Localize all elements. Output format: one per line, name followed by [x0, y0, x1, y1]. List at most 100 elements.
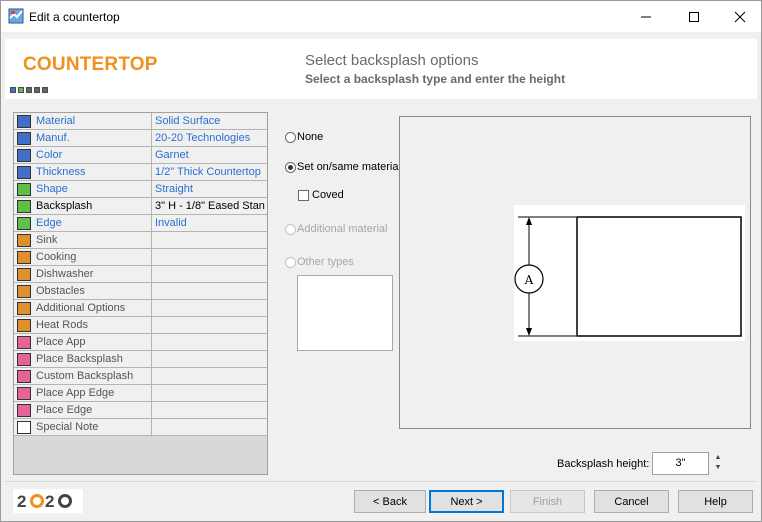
grid-row-value[interactable]: Solid Surface: [155, 115, 267, 127]
grid-row-custom-backsplash[interactable]: Custom Backsplash: [14, 368, 267, 385]
grid-row-label: Custom Backsplash: [36, 370, 134, 382]
category-swatch-icon: [17, 251, 31, 264]
column-divider: [151, 130, 152, 147]
grid-row-label[interactable]: Thickness: [36, 166, 86, 178]
grid-row-value[interactable]: Straight: [155, 183, 267, 195]
grid-row-label: Cooking: [36, 251, 77, 263]
column-divider: [151, 334, 152, 351]
category-swatch-icon: [17, 217, 31, 230]
progress-step-4: [34, 87, 40, 93]
close-button[interactable]: [717, 1, 762, 32]
additional-material-label: Additional material: [297, 223, 388, 235]
grid-row-label[interactable]: Shape: [36, 183, 68, 195]
other-types-radio[interactable]: [285, 257, 296, 268]
grid-row-value[interactable]: 1/2" Thick Countertop: [155, 166, 267, 178]
grid-row-obstacles[interactable]: Obstacles: [14, 283, 267, 300]
title-bar: Edit a countertop: [1, 1, 761, 32]
dialog-window: Edit a countertop COUNTERTOP Select back…: [0, 0, 762, 522]
svg-text:2: 2: [17, 492, 26, 511]
grid-row-label: Place Edge: [36, 404, 93, 416]
other-types-list[interactable]: [297, 275, 393, 351]
grid-row-manuf-[interactable]: Manuf. 20-20 Technologies: [14, 130, 267, 147]
column-divider: [151, 300, 152, 317]
grid-row-label: Additional Options: [36, 302, 126, 314]
none-radio[interactable]: [285, 132, 296, 143]
category-swatch-icon: [17, 404, 31, 417]
maximize-icon: [689, 11, 699, 22]
next-button[interactable]: Next >: [429, 490, 504, 513]
svg-text:2: 2: [45, 492, 54, 511]
spin-up-button[interactable]: ▲: [713, 453, 723, 463]
wizard-header: COUNTERTOP Select backsplash options Sel…: [5, 39, 757, 99]
category-swatch-icon: [17, 183, 31, 196]
cancel-button[interactable]: Cancel: [594, 490, 669, 513]
category-swatch-icon: [17, 302, 31, 315]
column-divider: [151, 147, 152, 164]
additional-material-radio[interactable]: [285, 224, 296, 235]
category-swatch-icon: [17, 149, 31, 162]
grid-row-additional-options[interactable]: Additional Options: [14, 300, 267, 317]
spin-down-button[interactable]: ▼: [713, 463, 723, 473]
help-button[interactable]: Help: [678, 490, 753, 513]
minimize-button[interactable]: [623, 1, 669, 32]
grid-row-label[interactable]: Edge: [36, 217, 62, 229]
progress-step-2: [18, 87, 24, 93]
category-swatch-icon: [17, 353, 31, 366]
category-swatch-icon: [17, 319, 31, 332]
grid-row-cooking[interactable]: Cooking: [14, 249, 267, 266]
category-swatch-icon: [17, 285, 31, 298]
grid-row-label: Sink: [36, 234, 58, 246]
brand-logo: 2 2: [13, 489, 83, 513]
grid-row-label[interactable]: Material: [36, 115, 75, 127]
grid-row-thickness[interactable]: Thickness 1/2" Thick Countertop: [14, 164, 267, 181]
grid-row-label: Place Backsplash: [36, 353, 123, 365]
column-divider: [151, 181, 152, 198]
grid-row-sink[interactable]: Sink: [14, 232, 267, 249]
grid-row-place-app[interactable]: Place App: [14, 334, 267, 351]
grid-row-dishwasher[interactable]: Dishwasher: [14, 266, 267, 283]
column-divider: [151, 113, 152, 130]
maximize-button[interactable]: [671, 1, 717, 32]
column-divider: [151, 351, 152, 368]
grid-row-label: Special Note: [36, 421, 99, 433]
category-swatch-icon: [17, 166, 31, 179]
grid-row-shape[interactable]: Shape Straight: [14, 181, 267, 198]
grid-row-place-edge[interactable]: Place Edge: [14, 402, 267, 419]
progress-step-1: [10, 87, 16, 93]
column-divider: [151, 402, 152, 419]
set-on-radio[interactable]: [285, 162, 296, 173]
grid-row-label: Heat Rods: [36, 319, 88, 331]
grid-row-place-app-edge[interactable]: Place App Edge: [14, 385, 267, 402]
category-swatch-icon: [17, 370, 31, 383]
grid-row-label: Obstacles: [36, 285, 85, 297]
grid-row-label: Place App: [36, 336, 86, 348]
grid-row-heat-rods[interactable]: Heat Rods: [14, 317, 267, 334]
grid-row-value[interactable]: Invalid: [155, 217, 267, 229]
back-button[interactable]: < Back: [354, 490, 426, 513]
coved-checkbox[interactable]: [298, 190, 309, 201]
grid-row-value[interactable]: Garnet: [155, 149, 267, 161]
grid-row-value[interactable]: 20-20 Technologies: [155, 132, 267, 144]
category-swatch-icon: [17, 200, 31, 213]
grid-row-material[interactable]: Material Solid Surface: [14, 113, 267, 130]
finish-button[interactable]: Finish: [510, 490, 585, 513]
minimize-icon: [641, 16, 651, 17]
column-divider: [151, 419, 152, 436]
grid-row-color[interactable]: Color Garnet: [14, 147, 267, 164]
grid-row-label[interactable]: Manuf.: [36, 132, 70, 144]
step-subtitle: Select a backsplash type and enter the h…: [305, 72, 566, 86]
column-divider: [151, 283, 152, 300]
column-divider: [151, 368, 152, 385]
progress-step-5: [42, 87, 48, 93]
backsplash-diagram: A: [514, 205, 745, 341]
dimension-label: A: [524, 273, 534, 287]
backsplash-height-input[interactable]: 3": [652, 452, 709, 475]
grid-row-special-note[interactable]: Special Note: [14, 419, 267, 436]
grid-row-edge[interactable]: Edge Invalid: [14, 215, 267, 232]
app-icon: [8, 8, 24, 24]
progress-step-3: [26, 87, 32, 93]
grid-row-backsplash[interactable]: Backsplash 3" H - 1/8" Eased Stan: [14, 198, 267, 215]
category-swatch-icon: [17, 268, 31, 281]
grid-row-place-backsplash[interactable]: Place Backsplash: [14, 351, 267, 368]
grid-row-label[interactable]: Color: [36, 149, 62, 161]
